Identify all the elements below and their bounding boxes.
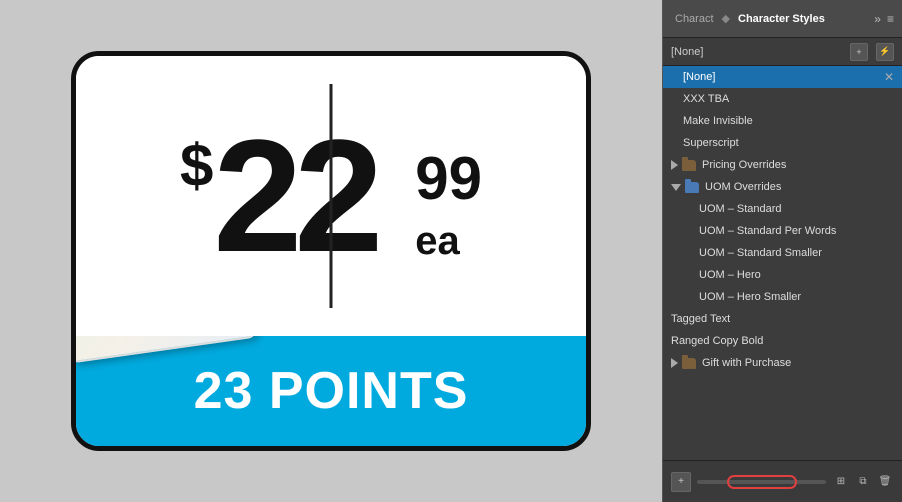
points-text: 23 POINTS [194, 361, 469, 421]
pricing-overrides-triangle [671, 160, 678, 170]
slider-track [697, 480, 826, 484]
style-item-xxx-tba[interactable]: XXX TBA [663, 88, 902, 110]
bottom-add-btn[interactable]: + [671, 472, 691, 492]
character-styles-panel: Charact ◆ Character Styles » ≡ [None] + … [662, 0, 902, 502]
uom-standard-label: UOM – Standard [699, 203, 782, 215]
bottom-icons: ⊞ ⧉ 🗑 [832, 473, 894, 491]
style-item-uom-standard-smaller[interactable]: UOM – Standard Smaller [663, 242, 902, 264]
price-right: 99 ea [405, 129, 482, 264]
style-item-uom-standard-per-words[interactable]: UOM – Standard Per Words [663, 220, 902, 242]
style-item-ranged-copy-bold[interactable]: Ranged Copy Bold [663, 330, 902, 352]
bottom-delete-btn[interactable]: 🗑 [876, 473, 894, 491]
dollar-sign: $ [180, 136, 213, 196]
price-divider [330, 84, 333, 308]
panel-bottom-toolbar: + ⊞ ⧉ 🗑 [663, 460, 902, 502]
price-card: living rewards $ 22 99 ea 23 POINTS [71, 51, 591, 451]
panel-tab-inactive[interactable]: Charact [671, 11, 718, 27]
price-unit: ea [415, 219, 460, 264]
panel-toolbar: [None] + ⚡ [663, 38, 902, 66]
style-item-make-invisible[interactable]: Make Invisible [663, 110, 902, 132]
uom-overrides-label: UOM Overrides [705, 181, 781, 193]
gift-with-purchase-folder-icon [682, 358, 696, 369]
panel-tab-active[interactable]: Character Styles [734, 11, 829, 27]
uom-overrides-folder-icon [685, 182, 699, 193]
price-area: $ 22 99 ea [76, 56, 586, 336]
style-item-superscript[interactable]: Superscript [663, 132, 902, 154]
gift-with-purchase-label: Gift with Purchase [702, 357, 791, 369]
style-group-gift-with-purchase[interactable]: Gift with Purchase [663, 352, 902, 374]
points-banner: 23 POINTS [76, 336, 586, 446]
style-make-invisible-label: Make Invisible [683, 115, 753, 127]
toolbar-current-style: [None] [671, 46, 842, 58]
style-item-uom-hero-smaller[interactable]: UOM – Hero Smaller [663, 286, 902, 308]
style-group-uom-overrides[interactable]: UOM Overrides [663, 176, 902, 198]
left-panel: living rewards $ 22 99 ea 23 POINTS [0, 0, 662, 502]
panel-menu-icon[interactable]: ≡ [887, 12, 894, 26]
panel-header-icons: » ≡ [874, 12, 894, 26]
uom-standard-smaller-label: UOM – Standard Smaller [699, 247, 822, 259]
price-cents: 99 [415, 149, 482, 209]
style-xxx-tba-label: XXX TBA [683, 93, 729, 105]
pricing-overrides-folder-icon [682, 160, 696, 171]
style-superscript-label: Superscript [683, 137, 739, 149]
toolbar-lightning-btn[interactable]: ⚡ [876, 43, 894, 61]
style-item-uom-standard[interactable]: UOM – Standard [663, 198, 902, 220]
style-item-uom-hero[interactable]: UOM – Hero [663, 264, 902, 286]
uom-hero-label: UOM – Hero [699, 269, 761, 281]
uom-overrides-triangle [671, 184, 681, 191]
uom-hero-smaller-label: UOM – Hero Smaller [699, 291, 801, 303]
style-group-pricing-overrides[interactable]: Pricing Overrides [663, 154, 902, 176]
ranged-copy-bold-label: Ranged Copy Bold [671, 335, 763, 347]
style-item-tagged-text[interactable]: Tagged Text [663, 308, 902, 330]
style-item-none[interactable]: [None] ✕ [663, 66, 902, 88]
price-left: $ 22 [180, 116, 405, 276]
gift-with-purchase-triangle [671, 358, 678, 368]
slider-indicator [727, 475, 797, 489]
tagged-text-label: Tagged Text [671, 313, 730, 325]
style-none-label: [None] [683, 71, 715, 83]
bottom-slider-area [697, 473, 826, 491]
panel-tab-separator: ◆ [722, 12, 730, 25]
toolbar-add-btn[interactable]: + [850, 43, 868, 61]
panel-header: Charact ◆ Character Styles » ≡ [663, 0, 902, 38]
uom-standard-per-words-label: UOM – Standard Per Words [699, 225, 836, 237]
pricing-overrides-label: Pricing Overrides [702, 159, 786, 171]
expand-icon[interactable]: » [874, 12, 881, 26]
bottom-new-style-btn[interactable]: ⊞ [832, 473, 850, 491]
style-none-close[interactable]: ✕ [884, 70, 894, 84]
price-whole: 22 [213, 116, 375, 276]
styles-list: [None] ✕ XXX TBA Make Invisible Superscr… [663, 66, 902, 460]
bottom-duplicate-btn[interactable]: ⧉ [854, 473, 872, 491]
